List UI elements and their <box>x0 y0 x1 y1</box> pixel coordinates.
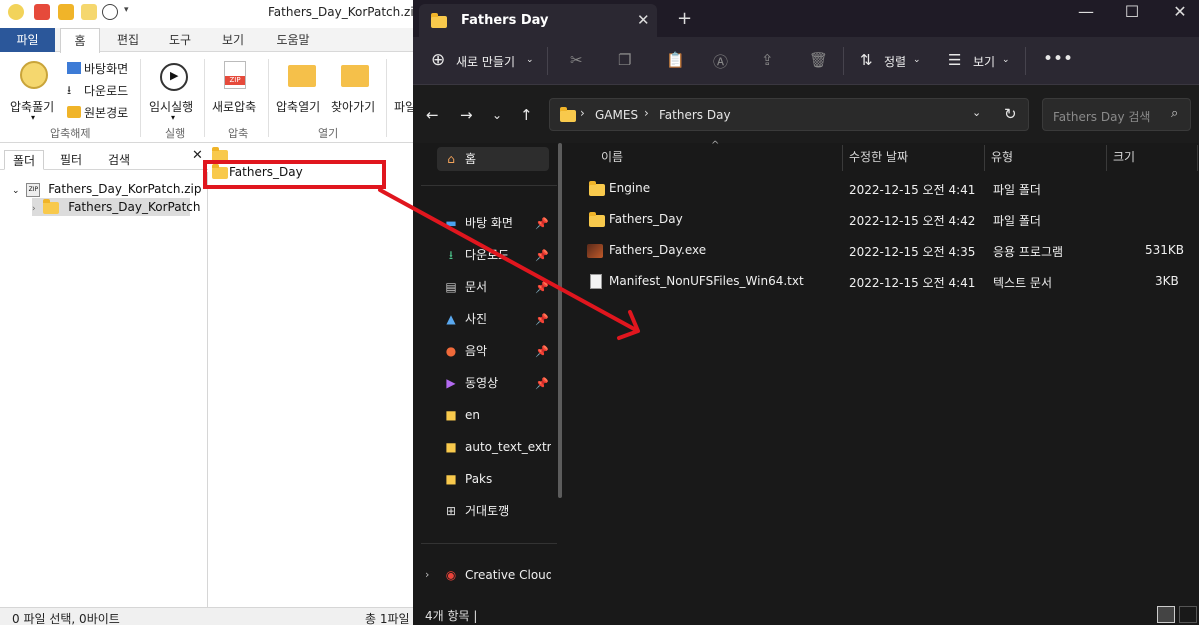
annotation-highlight-box <box>203 160 386 189</box>
annotation-overlay <box>203 160 640 340</box>
annotation-arrow-line <box>378 188 638 332</box>
desktop-screenshot: ▾ Fathers_Day_KorPatch.zip 파일 홈 편집 도구 보기… <box>0 0 1199 625</box>
